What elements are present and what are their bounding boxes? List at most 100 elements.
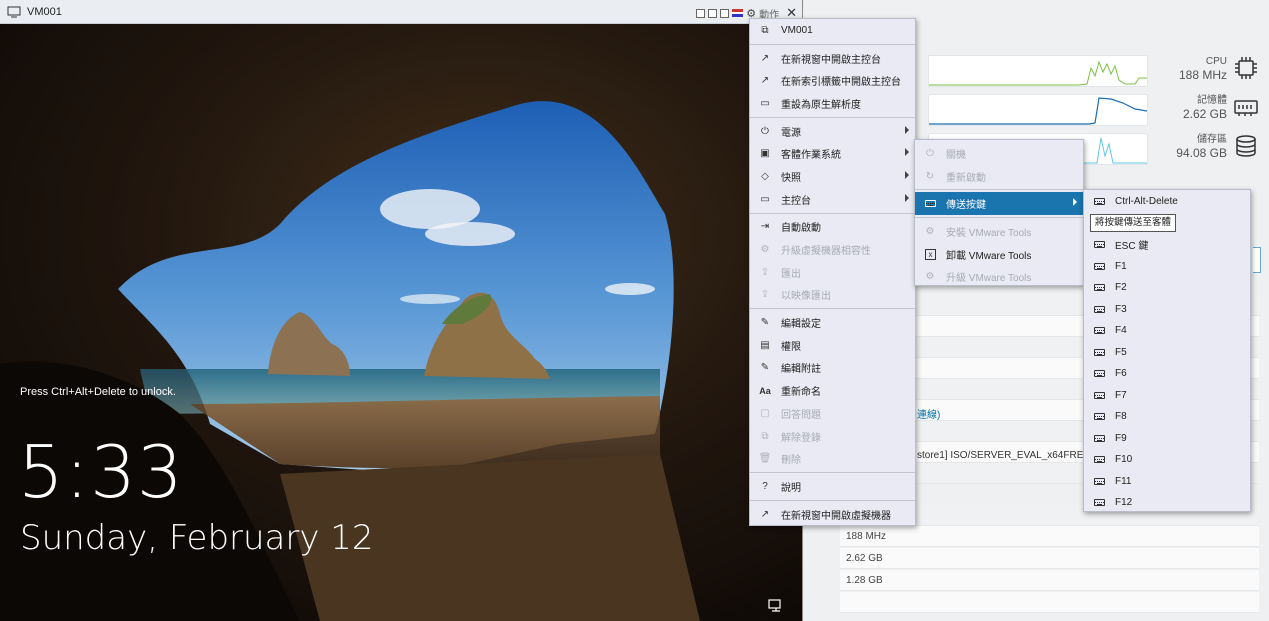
menu-item-label: 自動啟動 <box>781 223 821 235</box>
menu-item-edit-notes[interactable]: ✎ 編輯附註 <box>750 357 915 380</box>
fullscreen-icon[interactable] <box>720 8 730 18</box>
guest-os-submenu: ⏻ 關機 ↻ 重新啟動 傳送按鍵 ⚙ 安裝 VMware Tools x 卸載 VMwa… <box>914 139 1084 286</box>
storage-label: 儲存區 <box>1197 134 1227 145</box>
tag-icon: ◇ <box>761 170 769 182</box>
menu-item-label: 客體作業系統 <box>781 150 841 162</box>
menu-header-label: VM001 <box>781 24 813 36</box>
menu-item-console[interactable]: ▭ 主控台 <box>750 188 915 211</box>
menu-item-export[interactable]: ⇪ 匯出 <box>750 261 915 284</box>
menu-item-ctrl-alt-delete[interactable]: Ctrl-Alt-Delete <box>1084 191 1250 213</box>
menu-item-f3[interactable]: F3 <box>1084 299 1250 321</box>
menu-item-label: 傳送按鍵 <box>946 200 986 212</box>
menu-item-label: 快照 <box>781 172 801 184</box>
help-icon: ? <box>762 480 768 492</box>
menu-item-f8[interactable]: F8 <box>1084 406 1250 428</box>
storage-icon <box>1233 133 1259 159</box>
menu-item-label: 主控台 <box>781 195 811 207</box>
menu-item-open-vm-window[interactable]: ↗ 在新視窗中開啟虛擬機器 <box>750 503 915 526</box>
menu-item-esc[interactable]: ESC 鍵 <box>1084 234 1250 256</box>
menu-item-f7[interactable]: F7 <box>1084 385 1250 407</box>
menu-item-label: 在新視窗中開啟主控台 <box>781 54 881 66</box>
menu-item-f5[interactable]: F5 <box>1084 342 1250 364</box>
menu-item-open-console-window[interactable]: ↗ 在新視窗中開啟主控台 <box>750 47 915 70</box>
menu-item-install-tools[interactable]: ⚙ 安裝 VMware Tools <box>915 220 1083 243</box>
menu-item-label: F6 <box>1115 368 1127 380</box>
restart-icon: ↻ <box>925 170 935 182</box>
keyboard-icon <box>1092 324 1106 338</box>
menu-item-f10[interactable]: F10 <box>1084 449 1250 471</box>
cpu-value: 188 MHz <box>1178 68 1227 82</box>
menu-item-guest-os[interactable]: ▣ 客體作業系統 <box>750 142 915 165</box>
menu-header-vm: ⧉ VM001 <box>750 19 915 42</box>
menu-item-shutdown[interactable]: ⏻ 關機 <box>915 142 1083 165</box>
guest-lock-screen[interactable]: Press Ctrl+Alt+Delete to unlock. 5:33 Su… <box>0 24 802 621</box>
menu-item-label: F3 <box>1115 303 1127 315</box>
menu-item-label: 說明 <box>781 482 801 494</box>
menu-item-f1[interactable]: F1 <box>1084 256 1250 278</box>
menu-item-send-keys[interactable]: 傳送按鍵 <box>915 192 1083 216</box>
fit-window-icon[interactable] <box>696 8 706 18</box>
send-keys-tooltip: 將按鍵傳送至客體 <box>1090 214 1177 232</box>
menu-item-export-image[interactable]: ⇪ 以映像匯出 <box>750 284 915 307</box>
vm-console-window[interactable]: VM001 ⚙ 動作 ✕ Press Ctrl+Alt+Delete to un… <box>0 0 803 621</box>
menu-item-label: 權限 <box>781 341 801 353</box>
table-row <box>840 592 1259 613</box>
menu-item-unregister[interactable]: ⧉ 解除登錄 <box>750 425 915 448</box>
cpu-icon <box>1233 55 1259 81</box>
menu-item-answer-question[interactable]: ▢ 回答問題 <box>750 402 915 425</box>
console-title: VM001 <box>27 5 62 18</box>
shutdown-icon: ⏻ <box>926 147 934 159</box>
menu-divider <box>750 308 915 310</box>
menu-item-upgrade-tools[interactable]: ⚙ 升級 VMware Tools <box>915 265 1083 288</box>
menu-item-f4[interactable]: F4 <box>1084 320 1250 342</box>
menu-item-label: 編輯設定 <box>781 319 821 331</box>
search-field-edge[interactable] <box>1253 247 1261 273</box>
menu-item-open-console-tab[interactable]: ↗ 在新索引標籤中開啟主控台 <box>750 69 915 92</box>
menu-item-f12[interactable]: F12 <box>1084 492 1250 514</box>
keyboard-icon <box>1092 496 1106 510</box>
menu-item-power[interactable]: ⏻ 電源 <box>750 120 915 143</box>
power-icon: ⏻ <box>761 125 769 137</box>
menu-item-rename[interactable]: Aa 重新命名 <box>750 379 915 402</box>
menu-divider <box>750 116 915 118</box>
memory-usage-value: 2.62 GB <box>846 553 883 564</box>
menu-item-restart[interactable]: ↻ 重新啟動 <box>915 165 1083 188</box>
menu-item-upgrade-compat[interactable]: ⚙ 升級虛擬機器相容性 <box>750 238 915 261</box>
menu-item-f11[interactable]: F11 <box>1084 471 1250 493</box>
submenu-arrow-icon <box>905 148 909 157</box>
menu-item-f6[interactable]: F6 <box>1084 363 1250 385</box>
fit-guest-icon[interactable] <box>708 8 718 18</box>
edit-notes-icon: ✎ <box>760 362 770 374</box>
install-icon: ⚙ <box>925 225 935 237</box>
vm-icon: ⧉ <box>761 24 769 36</box>
keyboard-icon <box>1092 431 1106 445</box>
network-link[interactable]: 連線) <box>917 406 940 421</box>
menu-item-reset-resolution[interactable]: ▭ 重設為原生解析度 <box>750 92 915 115</box>
keyboard-icon <box>1092 281 1106 295</box>
menu-item-edit-settings[interactable]: ✎ 編輯設定 <box>750 311 915 334</box>
menu-item-label: 安裝 VMware Tools <box>946 227 1032 239</box>
menu-item-label: 回答問題 <box>781 409 821 421</box>
storage-value: 94.08 GB <box>1176 146 1227 160</box>
menu-item-label: 編輯附註 <box>781 364 821 376</box>
export-image-icon: ⇪ <box>760 289 770 301</box>
menu-item-permissions[interactable]: ▤ 權限 <box>750 334 915 357</box>
menu-item-label: F4 <box>1115 325 1127 337</box>
submenu-arrow-icon <box>905 171 909 180</box>
menu-item-delete[interactable]: 🗑 刪除 <box>750 447 915 470</box>
menu-item-f2[interactable]: F2 <box>1084 277 1250 299</box>
menu-item-f9[interactable]: F9 <box>1084 428 1250 450</box>
memory-icon <box>1233 94 1259 120</box>
menu-item-autostart[interactable]: ⇥ 自動啟動 <box>750 216 915 239</box>
menu-item-label: F2 <box>1115 282 1127 294</box>
menu-item-label: 在新視窗中開啟虛擬機器 <box>781 510 891 522</box>
autostart-icon: ⇥ <box>760 221 770 233</box>
cpu-usage-value: 188 MHz <box>846 531 887 542</box>
menu-item-snapshot[interactable]: ◇ 快照 <box>750 165 915 188</box>
menu-item-unmount-tools[interactable]: x 卸載 VMware Tools <box>915 243 1083 266</box>
edit-settings-icon: ✎ <box>760 317 770 329</box>
menu-item-help[interactable]: ? 說明 <box>750 475 915 498</box>
keyboard-layout-flag-icon[interactable] <box>732 9 744 17</box>
lock-message: Press Ctrl+Alt+Delete to unlock. <box>20 386 176 398</box>
keyboard-icon <box>1092 195 1106 209</box>
